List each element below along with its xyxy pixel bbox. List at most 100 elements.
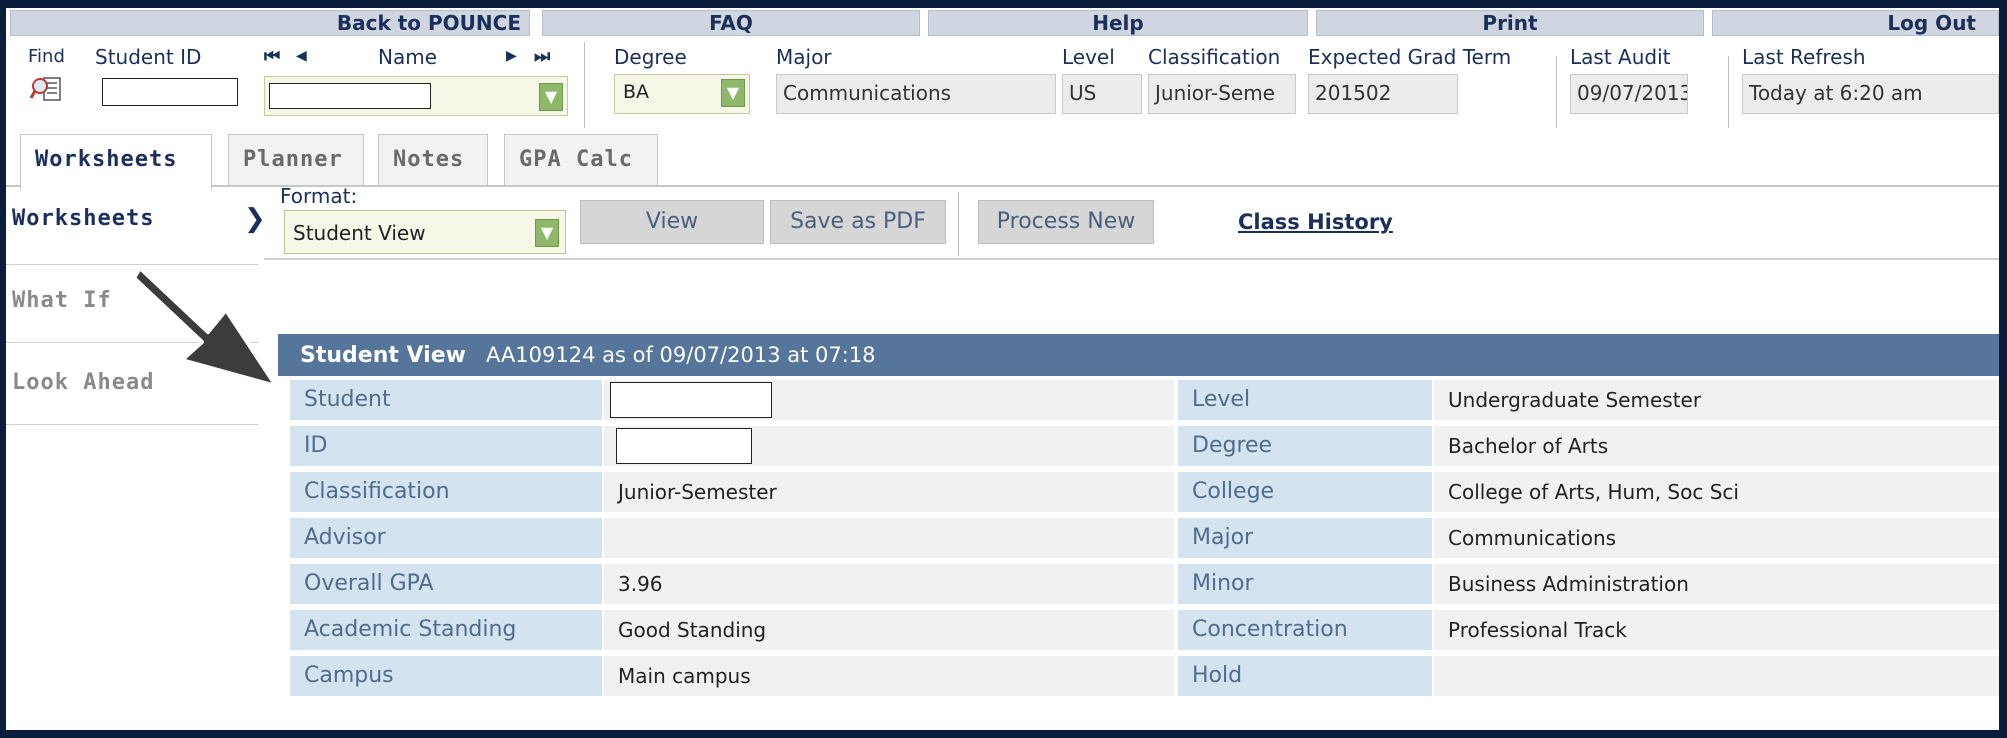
tab-gpa-calc-label: GPA Calc — [519, 147, 633, 172]
toolbar-separator — [958, 192, 959, 256]
student-id-label: Student ID — [95, 45, 202, 69]
chevron-down-icon[interactable]: ▼ — [535, 219, 559, 247]
class-history-link[interactable]: Class History — [1238, 210, 1393, 234]
leftnav-worksheets[interactable]: Worksheets — [6, 206, 258, 231]
process-new-button[interactable]: Process New — [978, 200, 1154, 244]
label-campus: Campus — [290, 656, 602, 696]
name-select[interactable]: ▼ — [264, 76, 568, 116]
value-level: Undergraduate Semester — [1434, 380, 1999, 420]
find-label: Find — [28, 46, 65, 67]
student-view-title: Student View — [300, 343, 466, 368]
tab-notes-label: Notes — [393, 147, 465, 172]
help-label: Help — [1092, 11, 1144, 35]
value-overall-gpa: 3.96 — [604, 564, 1174, 604]
leftnav-what-if-label: What If — [12, 288, 112, 313]
faq-label: FAQ — [709, 11, 753, 35]
student-view-header: Student View AA109124 as of 09/07/2013 at… — [278, 334, 1999, 376]
tab-worksheets-label: Worksheets — [35, 147, 178, 172]
value-concentration: Professional Track — [1434, 610, 1999, 650]
value-hold — [1434, 656, 1999, 696]
save-pdf-button[interactable]: Save as PDF — [770, 200, 946, 244]
last-refresh-field: Today at 6:20 am — [1742, 74, 1999, 114]
classification-field: Junior-Seme — [1148, 74, 1296, 114]
value-college: College of Arts, Hum, Soc Sci — [1434, 472, 1999, 512]
back-to-pounce-label: Back to POUNCE — [336, 11, 521, 35]
header-separator — [584, 42, 585, 128]
value-degree: Bachelor of Arts — [1434, 426, 1999, 466]
print-label: Print — [1482, 11, 1538, 35]
last-audit-label: Last Audit — [1570, 45, 1671, 69]
format-select[interactable]: Student View ▼ — [284, 210, 566, 254]
value-major: Communications — [1434, 518, 1999, 558]
last-record-icon[interactable]: ⏭ — [534, 46, 550, 67]
leftnav-divider — [6, 424, 258, 425]
grad-term-label: Expected Grad Term — [1308, 45, 1512, 69]
label-concentration: Concentration — [1178, 610, 1432, 650]
logout-label: Log Out — [1887, 11, 1976, 35]
tab-worksheets[interactable]: Worksheets — [20, 134, 212, 190]
value-classification: Junior-Semester — [604, 472, 1174, 512]
tab-planner-label: Planner — [243, 147, 343, 172]
toolbar-divider — [264, 258, 1999, 260]
view-button[interactable]: View — [580, 200, 764, 244]
student-id-input[interactable] — [102, 78, 238, 106]
page-frame: Back to POUNCE FAQ Help Print Log Out Fi… — [6, 8, 1999, 730]
format-value: Student View — [293, 221, 426, 245]
format-label: Format: — [280, 184, 358, 208]
chevron-down-icon[interactable]: ▼ — [721, 79, 745, 107]
print-button[interactable]: Print — [1316, 10, 1704, 36]
student-id-redacted — [616, 428, 752, 464]
value-student — [604, 380, 1174, 420]
view-button-label: View — [645, 209, 699, 234]
degree-select[interactable]: BA ▼ — [614, 74, 750, 114]
student-name-redacted — [610, 382, 772, 418]
back-to-pounce-button[interactable]: Back to POUNCE — [10, 10, 530, 36]
name-label: Name — [378, 45, 438, 69]
level-label: Level — [1062, 45, 1115, 69]
annotation-arrow-icon — [116, 248, 288, 396]
level-field: US — [1062, 74, 1142, 114]
label-overall-gpa: Overall GPA — [290, 564, 602, 604]
classification-label: Classification — [1148, 45, 1281, 69]
major-field: Communications — [776, 74, 1056, 114]
last-audit-field: 09/07/2013 — [1570, 74, 1688, 114]
label-advisor: Advisor — [290, 518, 602, 558]
value-campus: Main campus — [604, 656, 1174, 696]
label-degree: Degree — [1178, 426, 1432, 466]
student-view-subtitle: AA109124 as of 09/07/2013 at 07:18 — [485, 343, 876, 367]
header-separator — [1556, 56, 1557, 128]
logout-button[interactable]: Log Out — [1712, 10, 1999, 36]
header-separator — [1728, 56, 1729, 128]
label-level: Level — [1178, 380, 1432, 420]
next-record-icon[interactable]: ▶ — [506, 48, 517, 64]
first-record-icon[interactable]: ⏮ — [264, 46, 280, 67]
prev-record-icon[interactable]: ◀ — [296, 48, 307, 64]
grad-term-field: 201502 — [1308, 74, 1458, 114]
save-pdf-button-label: Save as PDF — [790, 209, 926, 234]
faq-button[interactable]: FAQ — [542, 10, 920, 36]
chevron-right-icon: ❯ — [244, 204, 266, 234]
chevron-down-icon[interactable]: ▼ — [539, 83, 563, 111]
leftnav-worksheets-label: Worksheets — [12, 206, 155, 231]
label-student: Student — [290, 380, 602, 420]
label-minor: Minor — [1178, 564, 1432, 604]
process-new-button-label: Process New — [996, 209, 1136, 234]
label-id: ID — [290, 426, 602, 466]
last-refresh-label: Last Refresh — [1742, 45, 1866, 69]
label-major: Major — [1178, 518, 1432, 558]
major-label: Major — [776, 45, 832, 69]
label-classification: Classification — [290, 472, 602, 512]
tab-planner[interactable]: Planner — [228, 134, 364, 186]
value-minor: Business Administration — [1434, 564, 1999, 604]
top-navigation: Back to POUNCE FAQ Help Print Log Out — [6, 8, 1999, 36]
value-advisor — [604, 518, 1174, 558]
magnifier-list-icon[interactable] — [29, 72, 64, 106]
help-button[interactable]: Help — [928, 10, 1308, 36]
tab-gpa-calc[interactable]: GPA Calc — [504, 134, 658, 186]
value-id — [604, 426, 1174, 466]
degree-value: BA — [623, 81, 650, 103]
degree-label: Degree — [614, 45, 687, 69]
value-academic-standing: Good Standing — [604, 610, 1174, 650]
tab-notes[interactable]: Notes — [378, 134, 488, 186]
label-hold: Hold — [1178, 656, 1432, 696]
